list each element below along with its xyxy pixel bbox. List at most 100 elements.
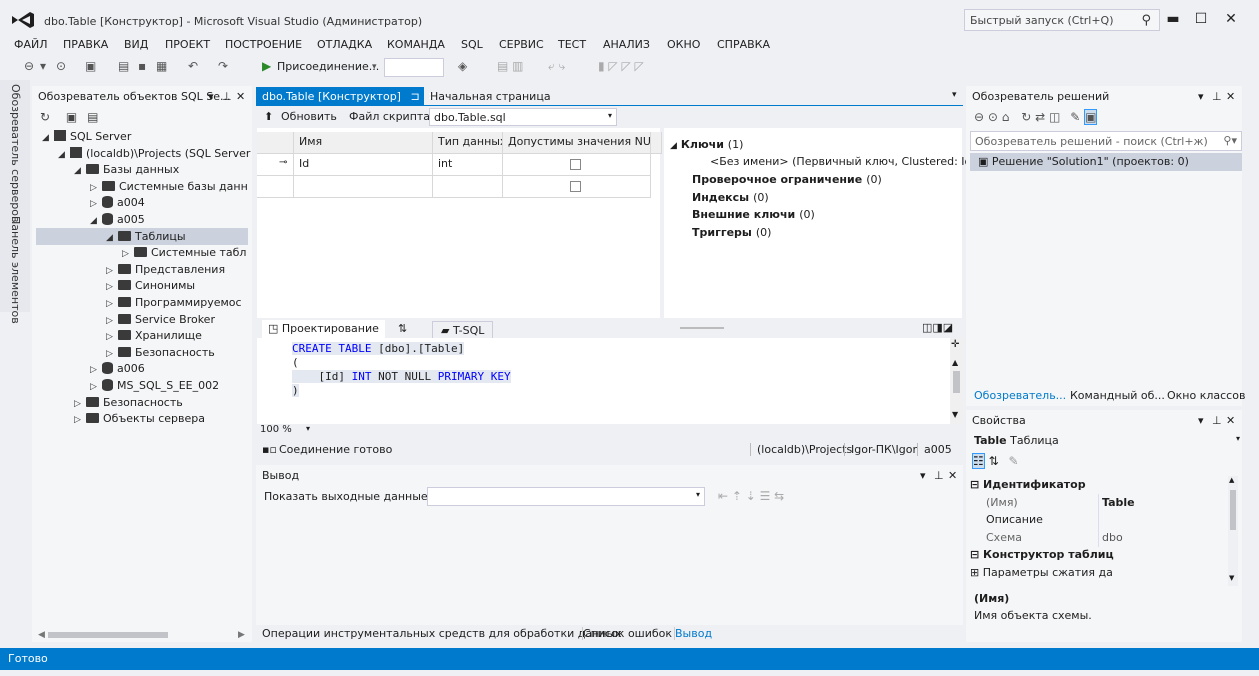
table-object-item[interactable]: Внешние ключи (0)	[692, 208, 815, 221]
panel-close-icon[interactable]: ✕	[948, 469, 957, 482]
save-all-icon[interactable]: ▦	[156, 59, 167, 73]
cell-name-empty[interactable]	[294, 176, 433, 198]
property-category-collapsed[interactable]: ⊞ Параметры сжатия да	[970, 564, 1232, 582]
split-icon[interactable]: ✛	[951, 339, 959, 350]
menu-window[interactable]: ОКНО	[667, 38, 700, 51]
redo-icon[interactable]: ↷	[218, 59, 228, 73]
properties-object-select[interactable]: Table Таблица ▾	[970, 432, 1242, 450]
sql-vscroll[interactable]: ✛ ▲ ▼	[950, 338, 963, 424]
forward-icon[interactable]: ⊙	[56, 59, 66, 73]
panel-close-icon[interactable]: ✕	[236, 90, 245, 103]
pane-layout-icons[interactable]: ◫◨◪	[922, 321, 953, 334]
tab-table-designer[interactable]: dbo.Table [Конструктор] ⊐ ✕	[256, 87, 436, 106]
sql-editor[interactable]: CREATE TABLE [dbo].[Table] ( [Id] INT NO…	[257, 338, 950, 424]
menu-sql[interactable]: SQL	[461, 38, 483, 51]
server-explorer-tab[interactable]: Обозреватель серверов	[9, 84, 22, 222]
tree-node[interactable]: ▷ Объекты сервера	[74, 410, 205, 427]
allow-null-checkbox[interactable]	[570, 181, 581, 192]
menu-debug[interactable]: ОТЛАДКА	[317, 38, 372, 51]
tree-node[interactable]: ◢ Базы данных	[74, 161, 179, 178]
close-button[interactable]: ✕	[1219, 9, 1243, 29]
tab-output[interactable]: Вывод	[674, 627, 712, 640]
tree-node[interactable]: ▷ Системные базы данн	[90, 178, 248, 195]
tree-node[interactable]: ▷ Системные табл	[122, 244, 246, 261]
primary-key-entry[interactable]: <Без имени> (Первичный ключ, Clustered: …	[710, 155, 976, 168]
menu-project[interactable]: ПРОЕКТ	[165, 38, 210, 51]
cell-type[interactable]: int	[433, 154, 503, 176]
pin-icon[interactable]: ⊥	[1212, 414, 1222, 427]
panel-menu-icon[interactable]: ▾	[208, 90, 214, 103]
zoom-dropdown-icon[interactable]: ▾	[306, 424, 310, 433]
output-source-select[interactable]: ▾	[427, 487, 705, 506]
property-scrollbar[interactable]: ▲ ▼	[1228, 476, 1238, 586]
alphabetical-icon[interactable]: ⇅	[989, 454, 999, 468]
add-server-icon[interactable]: ▣	[66, 110, 77, 124]
property-category[interactable]: ⊟ Идентификатор	[970, 476, 1232, 494]
menu-view[interactable]: ВИД	[124, 38, 148, 51]
table-object-item[interactable]: Индексы (0)	[692, 191, 769, 204]
refresh-icon[interactable]: ↻	[40, 110, 50, 124]
tree-node[interactable]: ▷ a006	[90, 360, 145, 377]
maximize-button[interactable]: ☐	[1189, 9, 1213, 29]
tree-node[interactable]: ◢ SQL Server	[42, 128, 131, 145]
tree-node[interactable]: ▷ a004	[90, 194, 145, 211]
tree-node[interactable]: ◢ Таблицы	[36, 227, 248, 245]
menu-test[interactable]: ТЕСТ	[558, 38, 586, 51]
table-object-item[interactable]: Проверочное ограничение (0)	[692, 173, 882, 186]
property-row[interactable]: (Имя) Table	[970, 493, 1232, 512]
tree-node[interactable]: ▷ Безопасность	[74, 394, 183, 411]
cell-allow-null[interactable]	[503, 154, 651, 176]
scroll-left-icon[interactable]: ◀	[38, 630, 45, 640]
expanded-arrow-icon[interactable]: ◢	[74, 163, 84, 180]
header-name[interactable]: Имя	[294, 132, 433, 154]
tree-node[interactable]: ▷ Service Broker	[106, 311, 215, 328]
collapse-icon[interactable]: ⊟	[970, 478, 983, 491]
open-file-icon[interactable]: ▤	[118, 59, 129, 73]
refresh-button[interactable]: Обновить	[281, 110, 337, 123]
preview-icon[interactable]: ▣	[1084, 109, 1098, 125]
expand-icon[interactable]: ⊞	[970, 566, 983, 579]
panel-close-icon[interactable]: ✕	[1226, 90, 1235, 103]
undo-icon[interactable]: ↶	[188, 59, 198, 73]
tree-node[interactable]: ▷ Представления	[106, 261, 225, 278]
property-row[interactable]: Схема dbo	[970, 528, 1232, 547]
tab-start-page[interactable]: Начальная страница	[424, 87, 557, 106]
cell-allow-null-empty[interactable]	[503, 176, 651, 198]
solution-search-input[interactable]: Обозреватель решений - поиск (Ctrl+ж) ⚲▾	[970, 131, 1242, 151]
header-type[interactable]: Тип данных	[433, 132, 503, 154]
swap-panes-icon[interactable]: ⇅	[398, 322, 407, 335]
toolbox-tab[interactable]: Панель элементов	[9, 216, 22, 324]
forward-icon[interactable]: ⊙	[988, 110, 998, 124]
tab-tsql[interactable]: ▰ T-SQL	[432, 321, 494, 338]
menu-analyze[interactable]: АНАЛИЗ	[603, 38, 650, 51]
table-object-item[interactable]: Триггеры (0)	[692, 226, 771, 239]
collapsed-arrow-icon[interactable]: ▷	[74, 412, 84, 429]
keys-node[interactable]: ◢ Ключи (1)	[670, 138, 743, 151]
vertical-scroll-thumb[interactable]	[1230, 490, 1236, 530]
tab-overflow-icon[interactable]: ▾	[952, 90, 957, 100]
property-pages-icon[interactable]: ✎	[1008, 454, 1018, 468]
tree-node[interactable]: ◢ (localdb)\Projects (SQL Server	[58, 145, 250, 162]
tree-node[interactable]: ▷ Хранилище	[106, 327, 202, 344]
tab-class-view[interactable]: Окно классов	[1167, 389, 1245, 402]
attach-button[interactable]: Присоединение...	[277, 60, 379, 73]
scroll-up-icon[interactable]: ▲	[952, 358, 958, 367]
expanded-arrow-icon[interactable]: ◢	[58, 147, 68, 164]
tab-solution-explorer[interactable]: Обозреватель...	[974, 389, 1066, 402]
scroll-down-icon[interactable]: ▼	[952, 410, 958, 419]
tree-node[interactable]: ▷ Безопасность	[106, 344, 215, 361]
panel-menu-icon[interactable]: ▾	[920, 469, 926, 482]
back-icon[interactable]: ⊖	[24, 59, 34, 73]
row-header[interactable]	[257, 176, 294, 198]
menu-file[interactable]: ФАЙЛ	[14, 38, 48, 51]
quick-launch-input[interactable]: Быстрый запуск (Ctrl+Q) ⚲	[964, 9, 1160, 31]
solution-node[interactable]: ▣ Решение "Solution1" (проектов: 0)	[970, 153, 1242, 171]
home-icon[interactable]: ⌂	[1002, 110, 1010, 124]
collapse-icon[interactable]: ◫	[1049, 110, 1060, 124]
save-icon[interactable]: ▪	[138, 59, 146, 73]
tree-node[interactable]: ▷ Программируемос	[106, 294, 242, 311]
panel-menu-icon[interactable]: ▾	[1198, 414, 1204, 427]
menu-team[interactable]: КОМАНДА	[387, 38, 445, 51]
menu-edit[interactable]: ПРАВКА	[63, 38, 108, 51]
cell-name[interactable]: Id	[294, 154, 433, 176]
